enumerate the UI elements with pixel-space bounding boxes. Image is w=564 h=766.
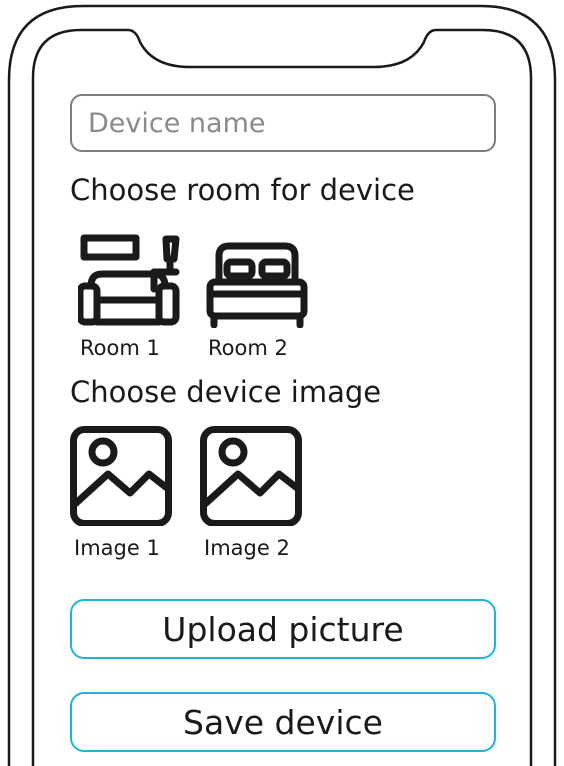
bed-icon	[206, 242, 308, 328]
choose-room-heading: Choose room for device	[70, 173, 415, 207]
device-name-input[interactable]	[70, 94, 496, 152]
save-device-button[interactable]: Save device	[70, 692, 496, 752]
room-option-1[interactable]: Room 1	[70, 230, 200, 362]
image-option-1[interactable]: Image 1	[70, 424, 200, 564]
room-option-2[interactable]: Room 2	[200, 230, 330, 362]
image-option-2[interactable]: Image 2	[200, 424, 330, 564]
room-option-1-label: Room 1	[80, 336, 160, 360]
add-device-screen: Choose room for device Room 1	[0, 0, 564, 766]
upload-picture-button[interactable]: Upload picture	[70, 599, 496, 659]
living-room-icon	[78, 234, 180, 326]
image-option-2-label: Image 2	[204, 536, 290, 560]
image-icon	[200, 426, 302, 526]
image-option-1-label: Image 1	[74, 536, 160, 560]
room-option-2-label: Room 2	[208, 336, 288, 360]
image-icon	[70, 426, 172, 526]
choose-image-heading: Choose device image	[70, 375, 382, 409]
